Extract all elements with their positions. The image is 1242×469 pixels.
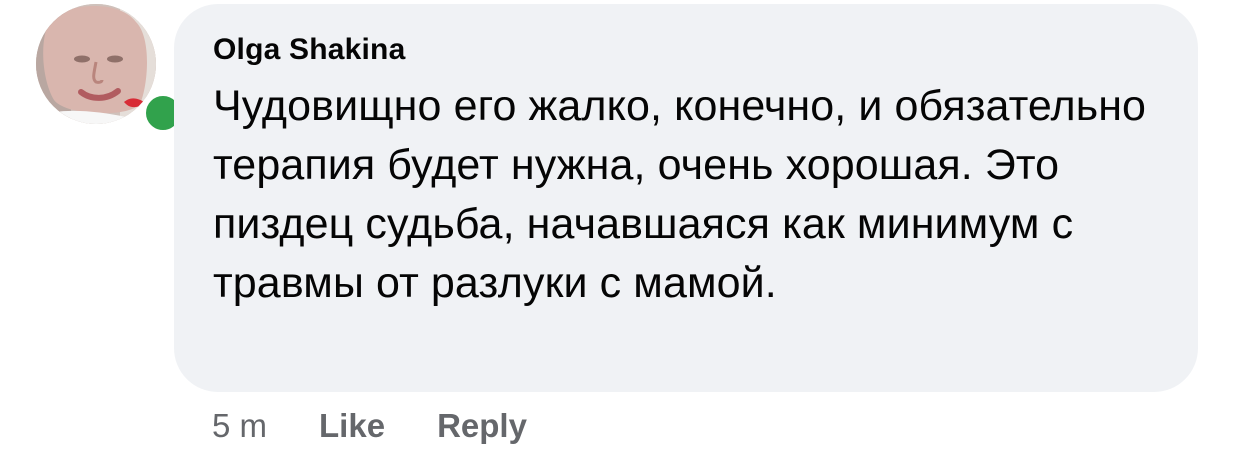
comment-actions: 5 m Like Reply <box>212 404 579 448</box>
comment-author-name[interactable]: Olga Shakina <box>213 32 1158 68</box>
comment-avatar-container[interactable] <box>36 4 186 136</box>
like-button[interactable]: Like <box>319 407 385 445</box>
profile-photo <box>36 4 156 124</box>
reply-button[interactable]: Reply <box>437 407 527 445</box>
avatar[interactable] <box>36 4 156 124</box>
comment-text: Чудовищно его жалко, конечно, и обязател… <box>213 82 1147 307</box>
comment-timestamp[interactable]: 5 m <box>212 407 267 445</box>
comment-bubble: Olga Shakina Чудовищно его жалко, конечн… <box>174 4 1198 392</box>
